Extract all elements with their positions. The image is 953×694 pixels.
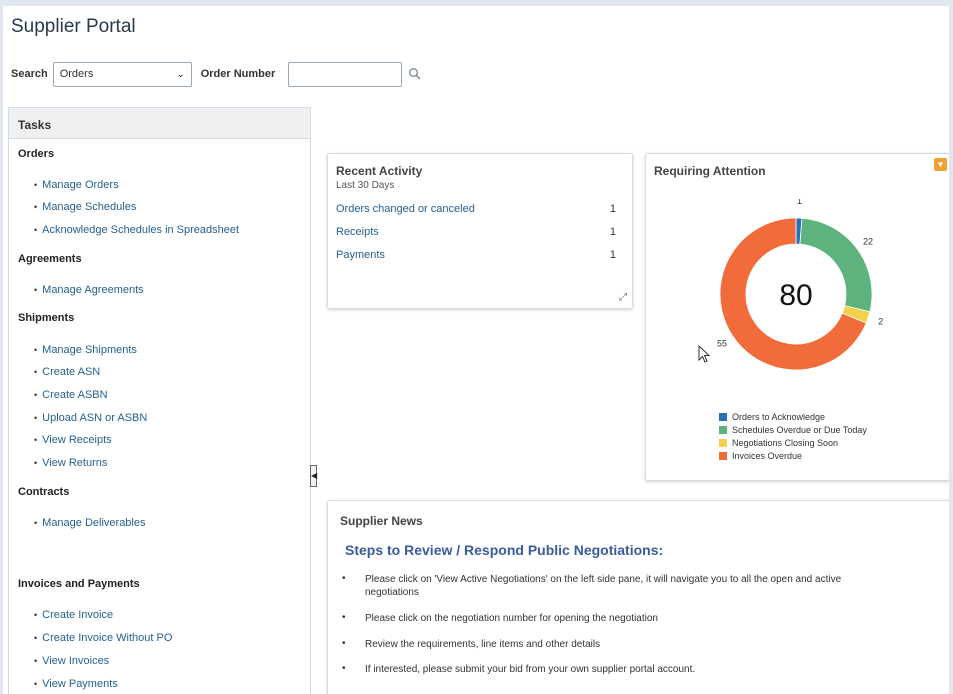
bullet: • [342, 573, 346, 584]
donut-data-label: 55 [717, 338, 727, 348]
task-link-acknowledge-schedules[interactable]: Acknowledge Schedules in Spreadsheet [34, 224, 239, 236]
task-link-create-asbn[interactable]: Create ASBN [34, 389, 107, 401]
news-item-text: Please click on 'View Active Negotiation… [365, 574, 842, 598]
legend-item: Schedules Overdue or Due Today [719, 423, 867, 436]
recent-activity-count: 1 [609, 249, 616, 261]
legend-swatch [719, 451, 727, 460]
news-item-text: Please click on the negotiation number f… [365, 613, 658, 624]
legend-swatch [719, 425, 727, 434]
requiring-attention-title: Requiring Attention [654, 164, 766, 178]
expand-icon[interactable]: ⤢ [619, 292, 627, 303]
legend-item: Invoices Overdue [719, 449, 867, 462]
recent-activity-title: Recent Activity [336, 164, 423, 178]
chart-legend: Orders to Acknowledge Schedules Overdue o… [719, 410, 867, 462]
legend-label: Orders to Acknowledge [732, 411, 826, 422]
search-label: Search [11, 68, 48, 80]
recent-activity-row: Payments 1 [336, 249, 616, 261]
donut-data-label: 1 [797, 199, 802, 206]
task-link-view-receipts[interactable]: View Receipts [34, 434, 112, 446]
task-link-create-invoice[interactable]: Create Invoice [34, 609, 113, 621]
news-list-item: • Please click on the negotiation number… [342, 612, 845, 625]
donut-data-label: 22 [863, 237, 873, 247]
task-link-view-invoices[interactable]: View Invoices [34, 655, 109, 667]
card-menu-dropdown-icon[interactable]: ▼ [934, 158, 947, 171]
page-title: Supplier Portal [11, 16, 136, 37]
recent-activity-link-receipts[interactable]: Receipts [336, 226, 379, 238]
task-link-view-returns[interactable]: View Returns [34, 457, 107, 469]
legend-item: Orders to Acknowledge [719, 410, 867, 423]
legend-swatch [719, 412, 727, 421]
news-list-item: • Review the requirements, line items an… [342, 638, 845, 651]
supplier-news-headline: Steps to Review / Respond Public Negotia… [345, 542, 664, 558]
legend-label: Negotiations Closing Soon [732, 437, 839, 448]
bullet: • [342, 638, 346, 649]
bullet: • [342, 612, 346, 623]
search-bar: Search Orders ⌄ Order Number [11, 61, 422, 87]
recent-activity-row: Orders changed or canceled 1 [336, 203, 616, 215]
task-link-manage-agreements[interactable]: Manage Agreements [34, 284, 144, 296]
task-section-agreements: Agreements [18, 253, 82, 265]
legend-swatch [719, 438, 727, 447]
task-section-invoices-payments: Invoices and Payments [18, 578, 140, 590]
search-type-select[interactable]: Orders ⌄ [52, 61, 192, 87]
recent-activity-count: 1 [609, 203, 616, 215]
news-item-text: If interested, please submit your bid fr… [365, 664, 696, 675]
task-section-shipments: Shipments [18, 312, 75, 324]
task-section-contracts: Contracts [18, 486, 70, 498]
news-item-text: Review the requirements, line items and … [365, 639, 601, 650]
recent-activity-row: Receipts 1 [336, 226, 616, 238]
donut-data-label: 2 [878, 317, 883, 327]
recent-activity-subtitle: Last 30 Days [336, 180, 395, 191]
news-list-item: • If interested, please submit your bid … [342, 663, 845, 676]
task-link-manage-shipments[interactable]: Manage Shipments [34, 344, 137, 356]
task-link-create-asn[interactable]: Create ASN [34, 366, 100, 378]
tasks-header: Tasks [9, 108, 310, 139]
bullet: • [342, 663, 346, 674]
mouse-cursor-icon [698, 345, 711, 363]
page-frame: Supplier Portal Search Orders ⌄ Order Nu… [3, 6, 949, 694]
news-list-item: • Please click on 'View Active Negotiati… [342, 573, 845, 599]
order-number-label: Order Number [200, 68, 276, 80]
collapse-panel-handle[interactable]: ◀ [310, 465, 317, 487]
task-link-view-payments[interactable]: View Payments [34, 678, 118, 690]
order-number-input[interactable] [288, 61, 403, 87]
task-link-manage-orders[interactable]: Manage Orders [34, 179, 118, 191]
supplier-news-card: Supplier News Steps to Review / Respond … [327, 500, 949, 694]
task-link-create-invoice-without-po[interactable]: Create Invoice Without PO [34, 632, 172, 644]
chevron-down-icon: ⌄ [176, 68, 185, 80]
task-link-manage-deliverables[interactable]: Manage Deliverables [34, 517, 145, 529]
task-link-upload-asn[interactable]: Upload ASN or ASBN [34, 412, 147, 424]
legend-label: Schedules Overdue or Due Today [732, 424, 867, 435]
requiring-attention-donut-chart: 12225580 [717, 199, 883, 371]
donut-center-total: 80 [779, 279, 812, 312]
recent-activity-count: 1 [609, 226, 616, 238]
recent-activity-link-orders-changed[interactable]: Orders changed or canceled [336, 203, 475, 215]
recent-activity-link-payments[interactable]: Payments [336, 249, 385, 261]
search-icon[interactable] [408, 67, 422, 81]
recent-activity-card: Recent Activity Last 30 Days Orders chan… [327, 153, 633, 309]
legend-label: Invoices Overdue [732, 450, 803, 461]
search-type-value: Orders [59, 68, 94, 80]
task-section-orders: Orders [18, 148, 55, 160]
requiring-attention-card: Requiring Attention ▼ 1 22 2 55 80 Orders to… [645, 153, 949, 481]
supplier-news-title: Supplier News [340, 514, 423, 528]
legend-item: Negotiations Closing Soon [719, 436, 867, 449]
tasks-panel: Tasks Orders Manage Orders Manage Schedu… [8, 107, 311, 694]
task-link-manage-schedules[interactable]: Manage Schedules [34, 201, 136, 213]
